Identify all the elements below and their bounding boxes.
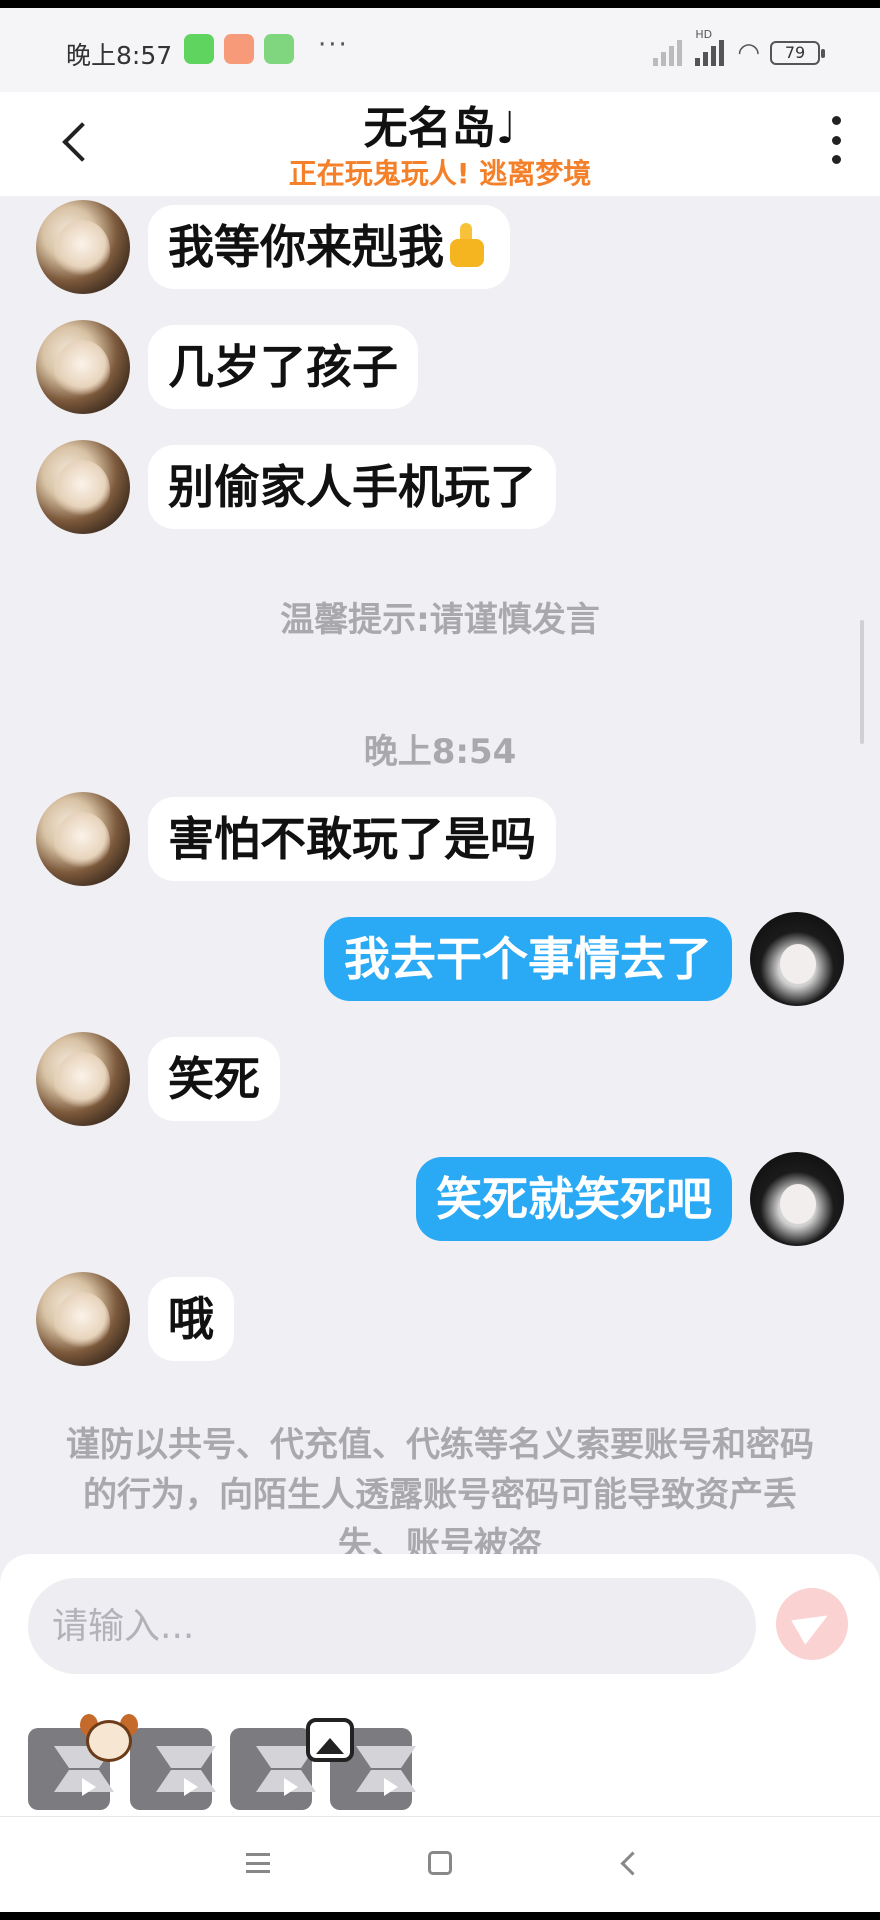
signal-hd-icon: HD xyxy=(695,28,727,66)
avatar[interactable] xyxy=(36,200,130,294)
message-item: 哦 xyxy=(36,1272,234,1366)
game-shortcut-button[interactable] xyxy=(230,1728,316,1810)
image-icon[interactable] xyxy=(306,1718,354,1762)
signal-icon xyxy=(653,40,685,66)
nav-back-icon[interactable] xyxy=(616,1851,640,1875)
message-timestamp: 晚上8:54 xyxy=(363,732,517,772)
game-shortcut-button[interactable] xyxy=(130,1728,216,1810)
message-bubble[interactable]: 我去干个事情去了 xyxy=(324,917,732,1001)
avatar[interactable] xyxy=(36,320,130,414)
message-item: 我去干个事情去了 xyxy=(324,912,844,1006)
bot-icon xyxy=(264,34,294,64)
play-icon xyxy=(184,1778,198,1796)
message-item: 笑死就笑死吧 xyxy=(416,1152,844,1246)
message-bubble[interactable]: 害怕不敢玩了是吗 xyxy=(148,797,556,881)
chat-subtitle: 正在玩鬼玩人! 逃离梦境 xyxy=(288,157,592,190)
status-bar: 晚上8:57 ··· HD ◠ 79 xyxy=(0,8,880,92)
message-input[interactable] xyxy=(28,1578,756,1674)
message-bubble[interactable]: 几岁了孩子 xyxy=(148,325,418,409)
avatar[interactable] xyxy=(750,1152,844,1246)
hd-label: HD xyxy=(695,28,713,41)
battery-level: 79 xyxy=(784,43,806,62)
message-item: 我等你来剋我 xyxy=(36,200,510,294)
avatar[interactable] xyxy=(750,912,844,1006)
send-button[interactable] xyxy=(776,1588,848,1660)
message-bubble[interactable]: 哦 xyxy=(148,1277,234,1361)
message-item: 几岁了孩子 xyxy=(36,320,418,414)
avatar[interactable] xyxy=(36,1272,130,1366)
play-icon xyxy=(284,1778,298,1796)
sticker-dog-icon[interactable] xyxy=(80,1714,138,1766)
play-icon xyxy=(82,1778,96,1796)
menu-icon[interactable] xyxy=(246,1853,270,1873)
message-item: 别偷家人手机玩了 xyxy=(36,440,556,534)
system-tip: 温馨提示:请谨慎发言 xyxy=(280,600,600,640)
chat-title: 无名岛♩ xyxy=(363,103,517,154)
wechat-icon xyxy=(184,34,214,64)
system-nav-bar xyxy=(0,1816,880,1912)
security-warning: 谨防以共号、代充值、代练等名义索要账号和密码的行为，向陌生人透露账号密码可能导致… xyxy=(66,1425,814,1558)
message-item: 笑死 xyxy=(36,1032,280,1126)
status-time: 晚上8:57 xyxy=(66,41,173,70)
status-indicators: HD ◠ 79 xyxy=(653,28,825,68)
thumbs-up-icon xyxy=(444,223,490,269)
avatar[interactable] xyxy=(36,792,130,886)
more-notifications-icon: ··· xyxy=(318,30,349,60)
chat-screen: 晚上8:57 ··· HD ◠ 79 无名岛♩ 正在玩鬼玩人! 逃离梦境 我等你… xyxy=(0,8,880,1912)
video-icon xyxy=(224,34,254,64)
wifi-icon: ◠ xyxy=(737,38,760,68)
battery-icon: 79 xyxy=(770,41,825,65)
home-icon[interactable] xyxy=(428,1851,452,1875)
message-bubble[interactable]: 笑死 xyxy=(148,1037,280,1121)
message-bubble[interactable]: 笑死就笑死吧 xyxy=(416,1157,732,1241)
message-text: 我等你来剋我 xyxy=(168,220,444,274)
play-icon xyxy=(384,1778,398,1796)
avatar[interactable] xyxy=(36,440,130,534)
message-item: 害怕不敢玩了是吗 xyxy=(36,792,556,886)
message-bubble[interactable]: 别偷家人手机玩了 xyxy=(148,445,556,529)
avatar[interactable] xyxy=(36,1032,130,1126)
chat-header: 无名岛♩ 正在玩鬼玩人! 逃离梦境 xyxy=(0,92,880,196)
input-panel xyxy=(0,1554,880,1822)
message-bubble[interactable]: 我等你来剋我 xyxy=(148,205,510,289)
more-options-button[interactable] xyxy=(826,116,846,164)
